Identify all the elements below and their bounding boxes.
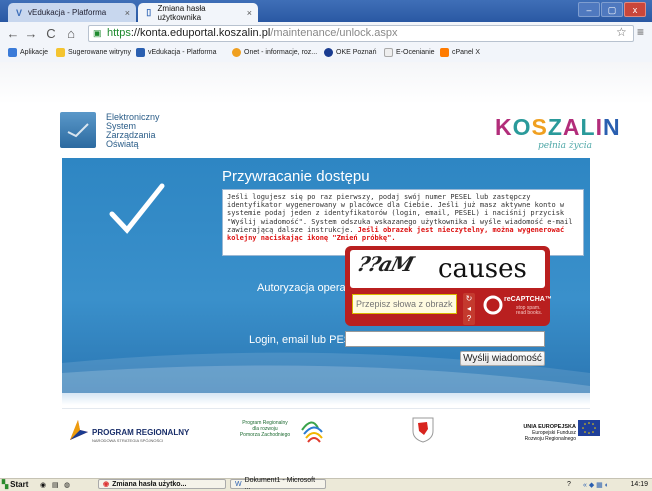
quicklaunch-desktop-icon[interactable]: ▤ <box>52 479 59 490</box>
bookmark-label: Onet - informacje, roz... <box>244 49 318 56</box>
recaptcha-arrow-icon <box>483 295 503 315</box>
quicklaunch-chrome-icon[interactable]: ◉ <box>40 479 46 490</box>
ue-subtitle: Europejski Fundusz Rozwoju Regionalnego <box>524 430 576 442</box>
tab-label: Zmiana hasła użytkownika <box>157 3 206 22</box>
url-path: /maintenance/unlock.aspx <box>270 27 398 39</box>
footer-divider <box>62 408 590 409</box>
onet-icon <box>232 48 241 57</box>
checkmark-icon <box>109 183 165 234</box>
bookmark-label: Sugerowane witryny <box>68 49 132 56</box>
reload-icon[interactable]: C <box>44 26 58 41</box>
help-icon[interactable]: ? <box>463 313 475 325</box>
pomorze-logo-text: Program Regionalny dla rozwoju Pomorza Z… <box>239 420 291 438</box>
close-icon[interactable]: × <box>125 8 130 18</box>
eu-flag-icon <box>578 420 600 436</box>
url-scheme: https <box>107 27 131 39</box>
page-icon: ▯ <box>146 7 152 17</box>
star-icon[interactable]: ☆ <box>616 25 627 39</box>
recaptcha-logo: reCAPTCHA™ stop spam. read books. <box>482 292 552 322</box>
task-label: Zmiana hasła użytko... <box>112 480 187 488</box>
bookmark-onet[interactable]: Onet - informacje, roz... <box>232 48 317 57</box>
sep-line: Oświatą <box>106 139 139 149</box>
page-title: Przywracanie dostępu <box>222 168 370 185</box>
program-regionalny-subtext: NARODOWA STRATEGIA SPÓJNOŚCI <box>92 438 164 443</box>
word-icon: W <box>235 480 242 488</box>
home-icon[interactable]: ⌂ <box>64 26 78 41</box>
minimize-button[interactable]: – <box>578 2 600 17</box>
task-word[interactable]: W Dokument1 - Microsoft ... <box>230 477 326 491</box>
bookmark-cpanel[interactable]: cPanel X <box>440 48 480 57</box>
tab-zmiana-hasla[interactable]: ▯ Zmiana hasła użytkownika × <box>138 3 258 22</box>
menu-icon[interactable]: ≡ <box>637 25 644 39</box>
pomorze-logo-icon <box>301 421 323 443</box>
windows-logo-icon: ▚ <box>2 480 9 489</box>
panel-wave <box>62 393 590 405</box>
vedukacja-icon: V <box>15 7 22 18</box>
captcha-word-2: causes <box>438 254 527 284</box>
auth-label: Autoryzacja operacji: <box>257 282 360 294</box>
recaptcha-tagline: stop spam. read books. <box>516 305 543 316</box>
bookmark-label: Aplikacje <box>20 49 49 56</box>
chrome-icon: ◉ <box>103 481 110 488</box>
bookmark-oke[interactable]: OKE Poznań <box>324 48 376 57</box>
send-message-button[interactable]: Wyślij wiadomość <box>460 351 545 366</box>
task-chrome[interactable]: ◉ Zmiana hasła użytko... <box>98 479 226 489</box>
bookmark-label: vEdukacja - Platforma <box>148 49 217 56</box>
bookmark-vedukacja[interactable]: vEdukacja - Platforma <box>136 48 216 57</box>
koszalin-logo-letter: S <box>531 114 548 140</box>
close-icon[interactable]: × <box>247 8 252 18</box>
koszalin-logo-letter: O <box>512 114 532 140</box>
captcha-word-1: ??aM <box>354 252 416 276</box>
program-regionalny-text: PROGRAM REGIONALNY <box>92 428 190 437</box>
sep-logo <box>60 112 96 148</box>
sep-logo-mark <box>60 112 96 148</box>
apps-icon <box>8 48 17 57</box>
bookmark-aplikacje[interactable]: Aplikacje <box>8 48 48 57</box>
bookmark-label: OKE Poznań <box>336 49 377 56</box>
koszalin-logo-letter: A <box>562 114 581 140</box>
vedukacja-icon <box>136 48 145 57</box>
koszalin-logo-letter: K <box>495 114 513 140</box>
start-label: Start <box>10 480 29 489</box>
start-button[interactable]: ▚ Start <box>2 479 28 490</box>
folder-icon <box>56 48 65 57</box>
tray-help-icon[interactable]: ? <box>567 479 571 490</box>
lock-icon: ▣ <box>93 28 102 38</box>
koszalin-logo-letter: N <box>603 114 621 140</box>
tab-label: vEdukacja - Platforma <box>28 8 107 17</box>
sep-logo-text: Elektroniczny System Zarządzania Oświatą <box>106 113 160 149</box>
program-regionalny-logo-icon <box>70 420 88 440</box>
koszalin-logo-letter: Z <box>547 114 563 140</box>
bookmark-label: E-Ocenianie <box>396 49 435 56</box>
login-input[interactable] <box>345 331 545 347</box>
ue-text: UNIA EUROPEJSKA Europejski Fundusz Rozwo… <box>508 424 576 442</box>
url-host: ://konta.eduportal.koszalin.pl <box>130 27 271 39</box>
page-icon <box>384 48 393 57</box>
back-icon[interactable]: ← <box>6 26 20 41</box>
koszalin-logo: KOSZALIN <box>495 114 621 141</box>
close-window-button[interactable]: x <box>624 2 646 17</box>
bookmark-label: cPanel X <box>452 49 481 56</box>
koszalin-logo-text: KOSZALIN <box>495 114 621 140</box>
oke-icon <box>324 48 333 57</box>
url-input[interactable]: ▣ https://konta.eduportal.koszalin.pl/ma… <box>88 25 634 42</box>
bookmark-sugerowane[interactable]: Sugerowane witryny <box>56 48 131 57</box>
quicklaunch-firefox-icon[interactable]: ◍ <box>64 479 70 490</box>
task-label: Dokument1 - Microsoft ... <box>244 477 316 491</box>
bookmark-eocenianie[interactable]: E-Ocenianie <box>384 48 435 57</box>
griffin-coat-of-arms-icon <box>412 417 434 443</box>
clock: 14:19 <box>630 481 648 488</box>
captcha-input[interactable] <box>352 294 457 314</box>
koszalin-logo-letter: L <box>580 114 596 140</box>
tab-vedukacja[interactable]: V vEdukacja - Platforma × <box>8 3 136 22</box>
tray-icons[interactable]: « ◆ ▦ ◐ <box>583 479 609 490</box>
cpanel-icon <box>440 48 449 57</box>
koszalin-logo-letter: I <box>595 114 603 140</box>
recaptcha-label: reCAPTCHA™ <box>504 296 552 303</box>
maximize-button[interactable]: ▢ <box>601 2 623 17</box>
koszalin-slogan: pełnia życia <box>538 141 593 151</box>
header-band <box>0 62 652 104</box>
forward-icon[interactable]: → <box>24 26 38 41</box>
